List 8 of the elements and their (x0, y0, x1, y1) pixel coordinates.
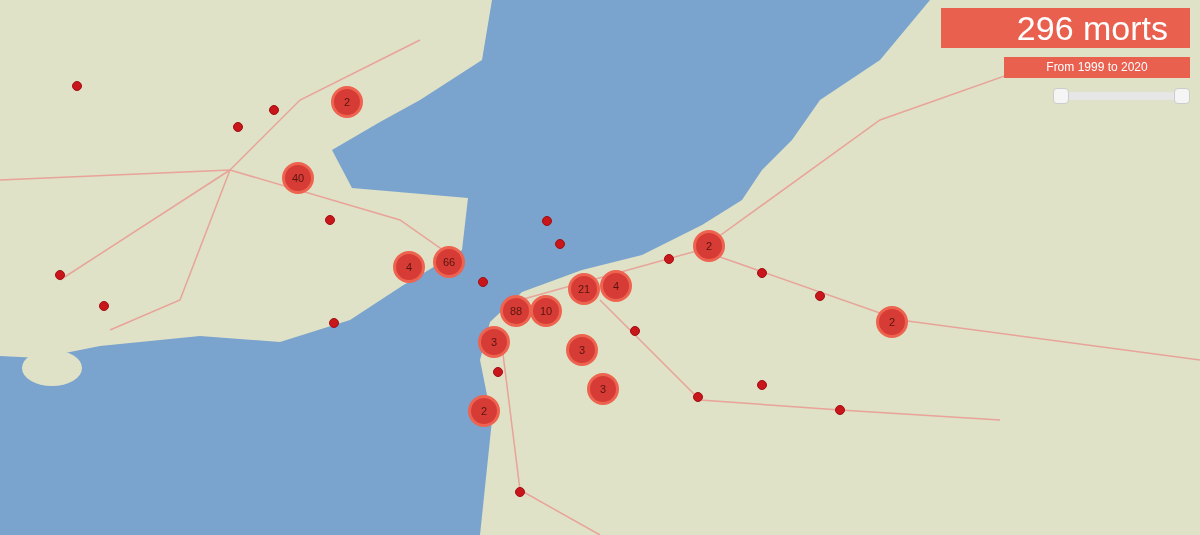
map-view[interactable]: 2 40 4 66 88 10 21 4 3 3 3 2 2 2 296 morts From 1999 to 2020 (0, 0, 1200, 535)
cluster-marker[interactable]: 3 (478, 326, 510, 358)
period-label: From 1999 to 2020 (1004, 57, 1190, 78)
slider-handle[interactable] (1053, 88, 1069, 104)
cluster-marker[interactable]: 66 (433, 246, 465, 278)
death-count-title: 296 morts (941, 8, 1190, 48)
cluster-marker[interactable]: 2 (468, 395, 500, 427)
slider-handle[interactable] (1174, 88, 1190, 104)
